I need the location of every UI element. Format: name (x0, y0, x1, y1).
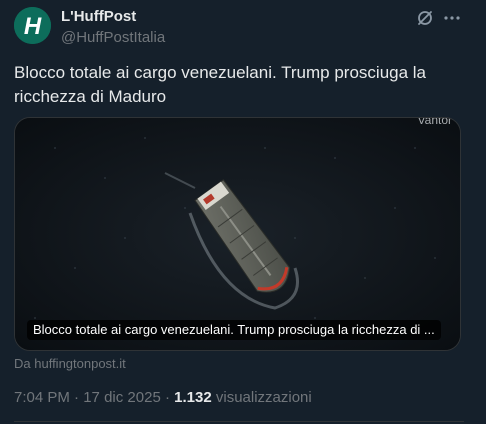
tweet-text: Blocco totale ai cargo venezuelani. Trum… (14, 63, 427, 106)
tweet-time[interactable]: 7:04 PM (14, 389, 70, 406)
tweet[interactable]: H L'HuffPost @HuffPostItalia Blocco tota… (0, 0, 486, 424)
views-label: visualizzazioni (211, 389, 312, 406)
author-handle[interactable]: @HuffPostItalia (61, 29, 165, 46)
views-count: 1.132 (174, 389, 212, 406)
link-card[interactable]: Vantor Blocco totale ai cargo venezuelan… (14, 117, 461, 351)
avatar[interactable]: H (14, 7, 51, 44)
image-watermark: Vantor (417, 117, 452, 127)
tweet-meta: 7:04 PM · 17 dic 2025 · 1.132 visualizza… (14, 389, 312, 406)
card-source[interactable]: Da huffingtonpost.it (14, 356, 126, 371)
meta-separator: · (69, 389, 84, 406)
divider (14, 421, 464, 422)
grok-icon[interactable] (416, 9, 434, 27)
svg-text:H: H (24, 13, 42, 40)
tanker-satellite-image (15, 118, 460, 350)
tweet-date[interactable]: 17 dic 2025 (83, 389, 161, 406)
huffpost-logo-icon: H (14, 7, 51, 44)
author-name[interactable]: L'HuffPost (61, 8, 136, 25)
card-title[interactable]: Blocco totale ai cargo venezuelani. Trum… (27, 320, 441, 340)
more-icon[interactable] (441, 9, 463, 27)
meta-separator: · (160, 389, 175, 406)
